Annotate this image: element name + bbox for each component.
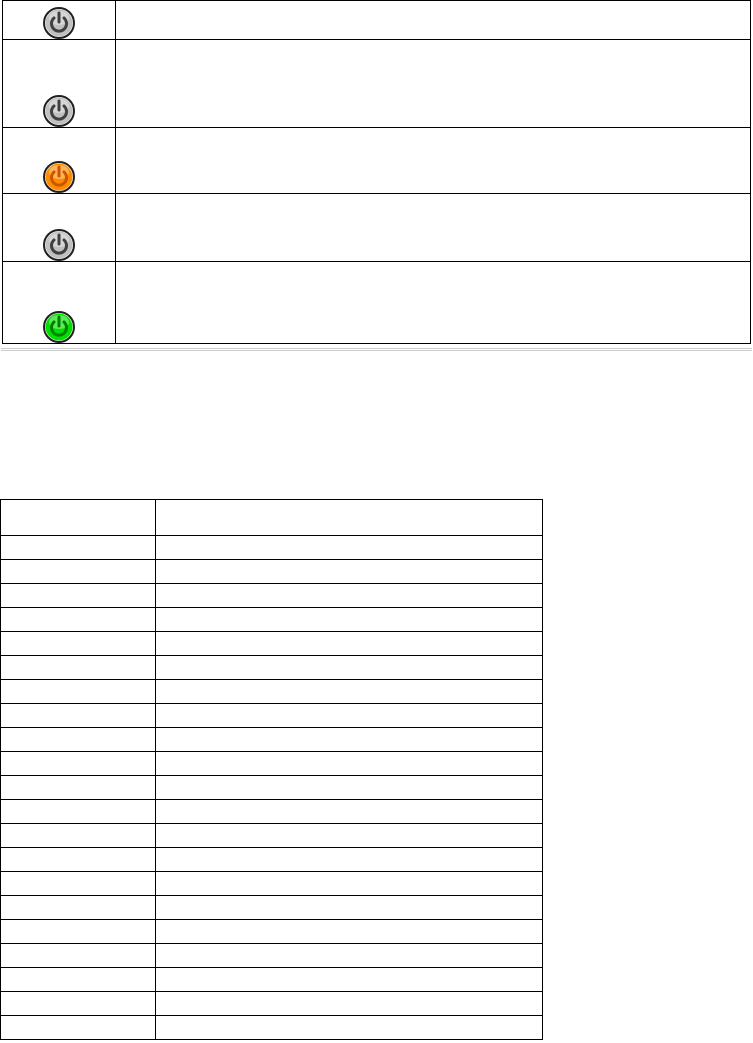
table-cell [155, 632, 542, 656]
table-cell [1, 500, 156, 536]
table-row [1, 872, 543, 896]
table-row [1, 704, 543, 728]
table-cell [155, 536, 542, 560]
table-cell [1, 536, 156, 560]
table-cell [1, 608, 156, 632]
table-cell [1, 776, 156, 800]
status-icon-cell [3, 1, 116, 40]
table-cell [155, 896, 542, 920]
status-row [3, 262, 751, 344]
table-cell [155, 560, 542, 584]
spacer [0, 351, 753, 499]
table-cell [1, 992, 156, 1016]
status-row [3, 194, 751, 262]
table-row [1, 776, 543, 800]
power-icon [43, 311, 75, 343]
status-content-cell [115, 1, 750, 40]
table-cell [1, 728, 156, 752]
table-row [1, 560, 543, 584]
table-cell [155, 968, 542, 992]
table-row [1, 632, 543, 656]
table-cell [155, 848, 542, 872]
table-cell [1, 872, 156, 896]
status-content-cell [115, 40, 750, 128]
status-icon-cell [3, 194, 116, 262]
status-content-cell [115, 194, 750, 262]
table-cell [155, 920, 542, 944]
table-cell [155, 728, 542, 752]
table-cell [1, 824, 156, 848]
table-cell [1, 944, 156, 968]
table-row [1, 728, 543, 752]
power-icon [43, 95, 75, 127]
status-icon-cell [3, 40, 116, 128]
table-cell [1, 680, 156, 704]
table-cell [155, 824, 542, 848]
status-icon-cell [3, 262, 116, 344]
table-cell [1, 1016, 156, 1040]
table-cell [1, 920, 156, 944]
table-row [1, 968, 543, 992]
power-icon [43, 7, 75, 39]
table-row [1, 824, 543, 848]
table-cell [155, 872, 542, 896]
table-cell [1, 896, 156, 920]
table-cell [155, 680, 542, 704]
table-cell [155, 608, 542, 632]
table-row [1, 656, 543, 680]
status-content-cell [115, 262, 750, 344]
table-cell [155, 800, 542, 824]
table-cell [155, 944, 542, 968]
table-row [1, 896, 543, 920]
table-cell [1, 800, 156, 824]
table-cell [155, 656, 542, 680]
data-table [0, 499, 543, 1040]
table-row [1, 992, 543, 1016]
table-row [1, 608, 543, 632]
table-row [1, 1016, 543, 1040]
table-cell [1, 848, 156, 872]
power-icon [43, 161, 75, 193]
table-row [1, 536, 543, 560]
table-row [1, 944, 543, 968]
table-cell [155, 584, 542, 608]
table-cell [155, 992, 542, 1016]
status-row [3, 1, 751, 40]
table-cell [1, 704, 156, 728]
table-row [1, 680, 543, 704]
status-row [3, 128, 751, 194]
table-cell [155, 776, 542, 800]
power-icon [43, 229, 75, 261]
table-cell [1, 632, 156, 656]
table-cell [1, 968, 156, 992]
table-cell [155, 1016, 542, 1040]
table-row [1, 800, 543, 824]
table-row [1, 752, 543, 776]
table-cell [155, 752, 542, 776]
table-cell [1, 656, 156, 680]
table-cell [155, 500, 542, 536]
status-table [2, 0, 751, 344]
table-cell [1, 560, 156, 584]
status-content-cell [115, 128, 750, 194]
table-row [1, 848, 543, 872]
table-cell [155, 704, 542, 728]
table-row [1, 920, 543, 944]
table-row [1, 500, 543, 536]
table-cell [1, 752, 156, 776]
status-icon-cell [3, 128, 116, 194]
status-row [3, 40, 751, 128]
table-cell [1, 584, 156, 608]
table-row [1, 584, 543, 608]
